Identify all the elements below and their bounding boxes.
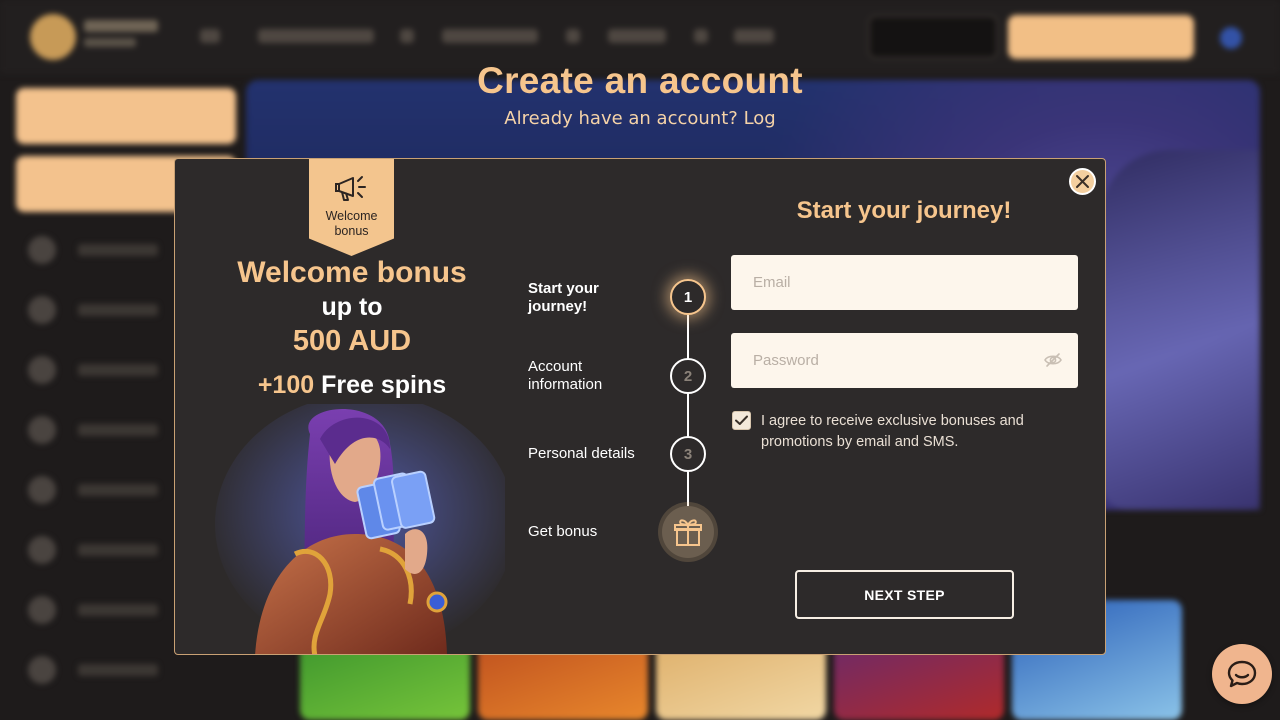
close-icon [1076,175,1089,188]
agree-text: I agree to receive exclusive bonuses and… [761,413,1024,450]
email-field[interactable] [731,255,1078,310]
nav-item[interactable] [258,29,374,43]
promo-title: Welcome bonus [237,256,467,289]
logo-wordmark [84,20,158,32]
nav-chevron-icon [566,29,580,43]
login-link[interactable]: Log [744,108,776,129]
sidebar-item[interactable] [28,356,168,384]
nav-item[interactable] [608,29,666,43]
character-illustration [215,404,505,654]
sidebar-item[interactable] [28,536,168,564]
nav-item[interactable] [734,29,774,43]
gift-icon [674,519,702,546]
login-button[interactable] [868,15,998,59]
step-label-start: Start your journey! [528,280,599,315]
nav-chevron-icon [694,29,708,43]
checkmark-icon [735,415,748,425]
stepper-line [687,314,689,514]
logo-subtext [84,38,136,47]
promo-free-spins: +100 Free spins [175,371,529,400]
agree-checkbox[interactable] [732,411,751,430]
sidebar-item[interactable] [28,296,168,324]
chat-bubble-icon [1227,660,1257,688]
step-1-circle: 1 [670,279,706,315]
step-2-circle: 2 [670,358,706,394]
next-step-button[interactable]: NEXT STEP [795,570,1014,619]
gift-step-circle [662,506,714,558]
site-logo [30,14,76,60]
sidebar-item[interactable] [28,656,168,684]
sidebar-item[interactable] [28,236,168,264]
step-label-personal: Personal details [528,445,635,462]
step-label-account: Account information [528,358,603,393]
eye-off-icon[interactable] [1044,352,1062,368]
language-flag-icon[interactable] [1220,27,1242,49]
megaphone-icon [335,176,366,201]
welcome-ribbon: Welcome bonus [309,159,394,256]
login-prompt-text: Already have an account? [504,108,738,129]
promo-amount: 500 AUD [292,325,412,357]
live-chat-button[interactable] [1212,644,1272,704]
sidebar-item[interactable] [28,476,168,504]
password-field[interactable] [731,333,1078,388]
step-label-bonus: Get bonus [528,523,598,540]
step-3-circle: 3 [670,436,706,472]
form-title: Start your journey! [796,197,1012,224]
registration-modal: Welcome bonus Welcome bonus up to 500 AU… [174,158,1106,655]
sidebar-item[interactable] [28,416,168,444]
login-prompt: Already have an account? Log [0,108,1280,129]
banner-character-image [1100,150,1260,510]
nav-item[interactable] [442,29,538,43]
sidebar-item[interactable] [28,596,168,624]
promo-up-to: up to [321,293,383,321]
ribbon-label: Welcome bonus [325,209,378,238]
free-spins-count: +100 [257,371,315,399]
nav-chevron-icon [400,29,414,43]
close-button[interactable] [1069,168,1096,195]
page-title: Create an account [477,60,803,101]
search-icon[interactable] [200,29,220,43]
register-button[interactable] [1008,15,1194,59]
free-spins-label: Free spins [321,371,447,399]
